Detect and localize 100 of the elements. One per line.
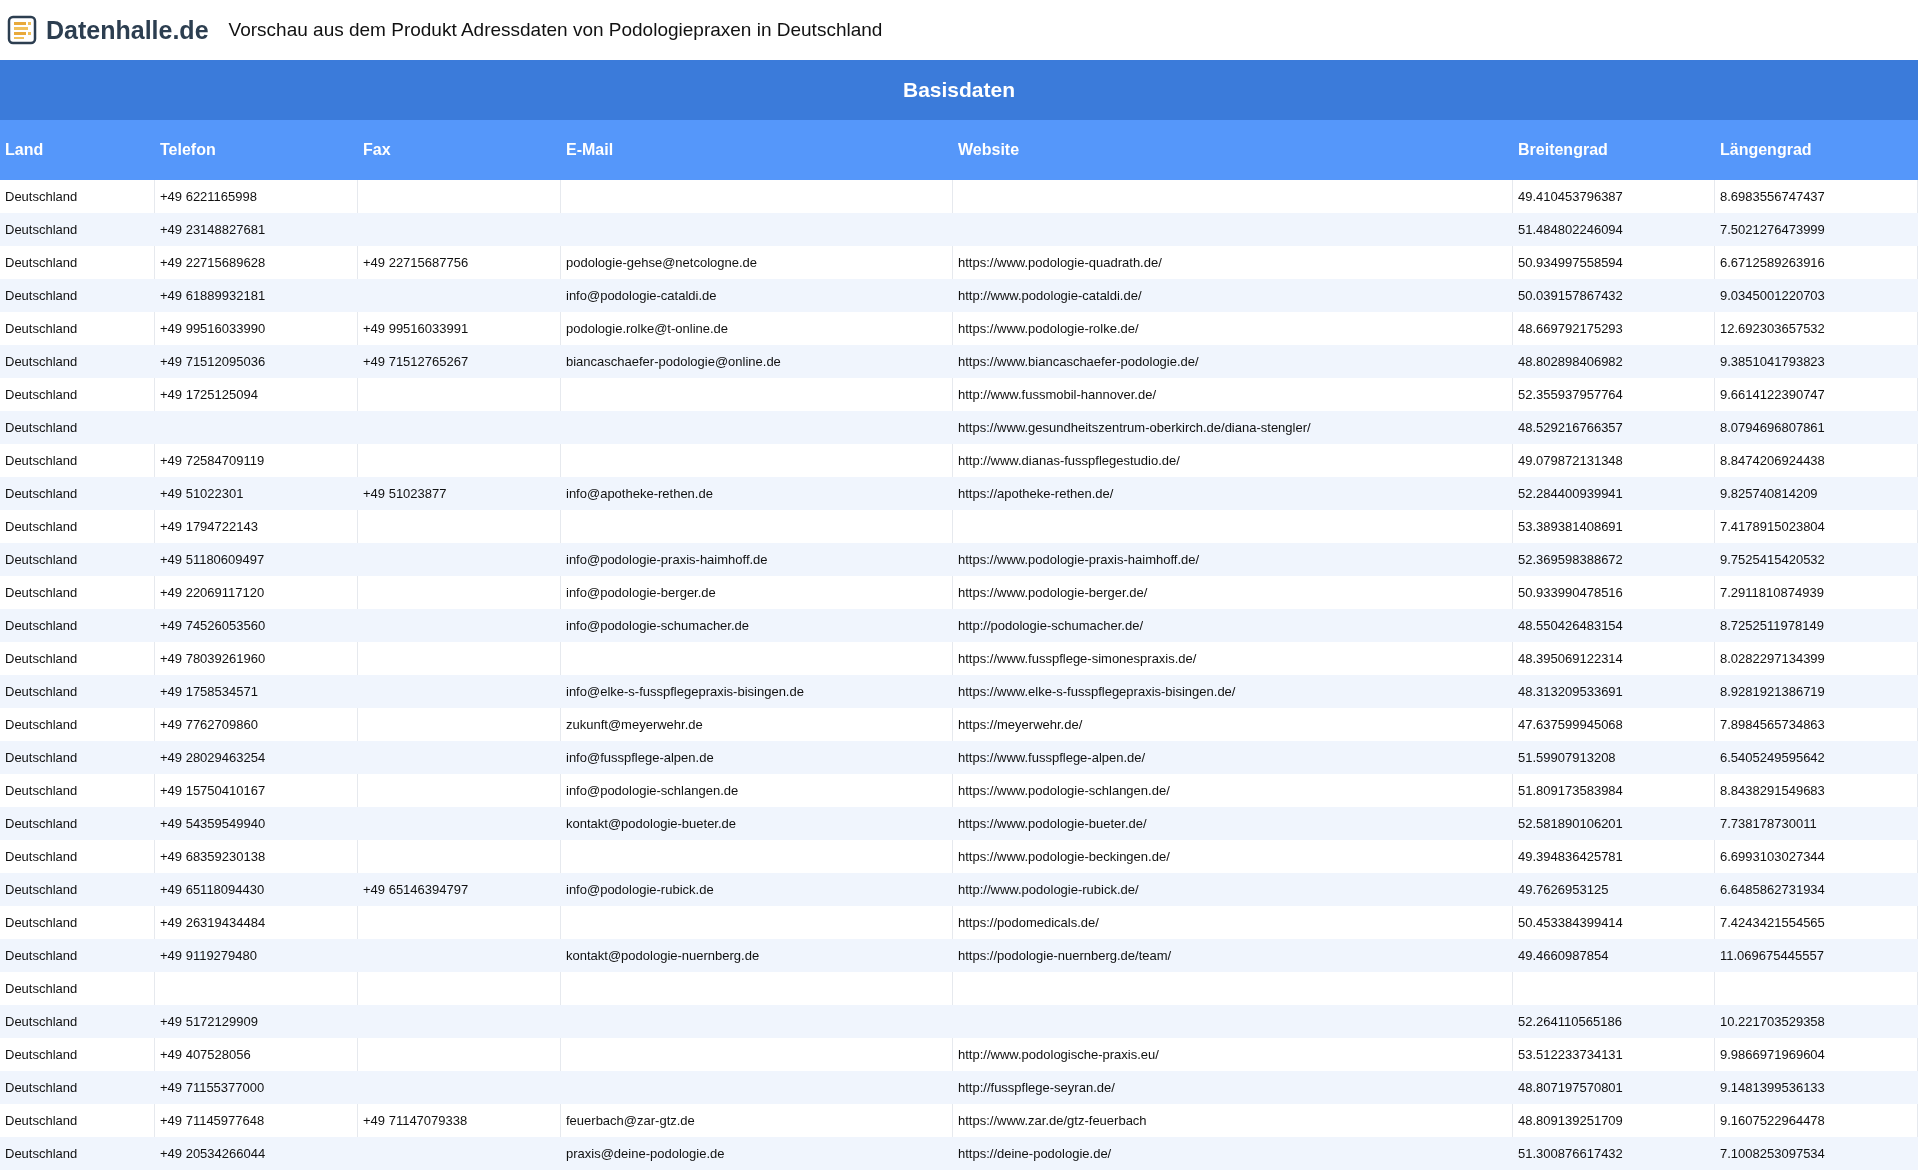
table-cell: +49 71155377000	[160, 1080, 265, 1095]
table-cell: 7.4178915023804	[1720, 519, 1825, 534]
table-cell: Deutschland	[5, 288, 78, 303]
table-cell: 48.669792175293	[1518, 321, 1623, 336]
table-cell: +49 51023877	[363, 486, 447, 501]
table-cell: 49.7626953125	[1518, 882, 1609, 897]
table-cell: 49.394836425781	[1518, 849, 1623, 864]
table-cell: http://www.podologie-rubick.de/	[958, 882, 1139, 897]
table-cell: http://www.dianas-fusspflegestudio.de/	[958, 453, 1180, 468]
table-cell: info@podologie-berger.de	[566, 585, 716, 600]
table-cell: Deutschland	[5, 453, 78, 468]
table-cell: +49 99516033990	[160, 321, 266, 336]
table-cell: 6.5405249595642	[1720, 750, 1825, 765]
table-cell: https://www.podologie-schlangen.de/	[958, 783, 1170, 798]
table-cell: 48.529216766357	[1518, 420, 1623, 435]
table-cell: 8.6983556747437	[1720, 189, 1825, 204]
table-cell: +49 23148827681	[160, 222, 266, 237]
table-cell: http://fusspflege-seyran.de/	[958, 1080, 1115, 1095]
table-cell: 48.802898406982	[1518, 354, 1623, 369]
table-cell: Deutschland	[5, 849, 78, 864]
table-cell: Deutschland	[5, 519, 78, 534]
table-cell: 51.809173583984	[1518, 783, 1623, 798]
table-cell: 6.6485862731934	[1720, 882, 1825, 897]
table-cell: +49 6221165998	[160, 189, 257, 204]
table-cell: +49 71147079338	[363, 1113, 468, 1128]
table-cell: kontakt@podologie-bueter.de	[566, 816, 737, 831]
table-cell: 7.4243421554565	[1720, 915, 1825, 930]
table-cell: 9.3851041793823	[1720, 354, 1825, 369]
column-header: E-Mail	[565, 141, 615, 159]
table-cell: https://apotheke-rethen.de/	[958, 486, 1114, 501]
table-cell: +49 22715689628	[160, 255, 266, 270]
table-cell: 52.581890106201	[1518, 816, 1623, 831]
table-cell: https://www.fusspflege-alpen.de/	[958, 750, 1146, 765]
table-cell: Deutschland	[5, 1014, 78, 1029]
table-cell: 51.300876617432	[1518, 1146, 1623, 1161]
table-cell: Deutschland	[5, 222, 78, 237]
table-cell: http://www.podologie-cataldi.de/	[958, 288, 1142, 303]
table-cell: Deutschland	[5, 1146, 78, 1161]
table-cell: Deutschland	[5, 387, 78, 402]
column-header: Breitengrad	[1517, 141, 1609, 159]
table-cell: http://www.fussmobil-hannover.de/	[958, 387, 1156, 402]
table-cell: Deutschland	[5, 189, 78, 204]
table-cell: 6.6712589263916	[1720, 255, 1825, 270]
table-cell: +49 1794722143	[160, 519, 258, 534]
table-cell: info@podologie-cataldi.de	[566, 288, 717, 303]
table-caption: Basisdaten	[0, 60, 1918, 120]
table-cell: 8.0794696807861	[1720, 420, 1825, 435]
table-cell: +49 74526053560	[160, 618, 266, 633]
table-cell: https://www.podologie-quadrath.de/	[958, 255, 1162, 270]
table-cell: +49 26319434484	[160, 915, 266, 930]
table-cell: Deutschland	[5, 717, 78, 732]
logo-text[interactable]: Datenhalle.de	[46, 15, 209, 45]
table-cell: Deutschland	[5, 948, 78, 963]
table-cell: 50.039157867432	[1518, 288, 1623, 303]
table-cell: 51.59907913208	[1518, 750, 1616, 765]
table-cell: Deutschland	[5, 486, 78, 501]
table-cell: Deutschland	[5, 882, 78, 897]
table-cell: 9.9866971969604	[1720, 1047, 1825, 1062]
table-cell: +49 78039261960	[160, 651, 266, 666]
table-cell: info@elke-s-fusspflegepraxis-bisingen.de	[566, 684, 804, 699]
table-cell: +49 71512765267	[363, 354, 469, 369]
table-cell: 9.1607522964478	[1720, 1113, 1825, 1128]
table-cell: Deutschland	[5, 915, 78, 930]
table-cell: biancaschaefer-podologie@online.de	[566, 354, 781, 369]
table-cell: info@apotheke-rethen.de	[566, 486, 713, 501]
table-cell: https://deine-podologie.de/	[958, 1146, 1112, 1161]
table-cell: Deutschland	[5, 354, 78, 369]
table-cell: podologie.rolke@t-online.de	[566, 321, 729, 336]
table-cell: +49 65146394797	[363, 882, 469, 897]
table-cell: Deutschland	[5, 684, 78, 699]
table-cell: info@fusspflege-alpen.de	[566, 750, 714, 765]
table-cell: https://www.podologie-bueter.de/	[958, 816, 1147, 831]
table-cell: 50.453384399414	[1518, 915, 1623, 930]
table-cell: +49 7762709860	[160, 717, 258, 732]
table-cell: https://www.podologie-beckingen.de/	[958, 849, 1170, 864]
table-cell: +49 1725125094	[160, 387, 258, 402]
table-cell: 9.7525415420532	[1720, 552, 1825, 567]
table-cell: 50.934997558594	[1518, 255, 1623, 270]
table-cell: http://www.podologische-praxis.eu/	[958, 1047, 1159, 1062]
database-logo-icon	[6, 14, 38, 46]
table-cell: kontakt@podologie-nuernberg.de	[566, 948, 760, 963]
column-header: Längengrad	[1719, 141, 1813, 159]
table-cell: 9.1481399536133	[1720, 1080, 1825, 1095]
table-cell: 51.484802246094	[1518, 222, 1623, 237]
table-cell: https://www.podologie-rolke.de/	[958, 321, 1139, 336]
table-cell: +49 71145977648	[160, 1113, 265, 1128]
table-cell: +49 20534266044	[160, 1146, 266, 1161]
table-cell: +49 61889932181	[160, 288, 266, 303]
table-cell: https://meyerwehr.de/	[958, 717, 1083, 732]
table-cell: Deutschland	[5, 651, 78, 666]
table-cell: 7.2911810874939	[1720, 585, 1824, 600]
table-cell: 8.7252511978149	[1720, 618, 1824, 633]
table-cell: 48.550426483154	[1518, 618, 1623, 633]
table-cell: Deutschland	[5, 585, 78, 600]
table-cell: info@podologie-schumacher.de	[566, 618, 750, 633]
table-cell: 52.284400939941	[1518, 486, 1623, 501]
table-cell: Deutschland	[5, 552, 78, 567]
table-cell: 52.369598388672	[1518, 552, 1623, 567]
table-cell: info@podologie-schlangen.de	[566, 783, 739, 798]
table-cell: 52.355937957764	[1518, 387, 1623, 402]
